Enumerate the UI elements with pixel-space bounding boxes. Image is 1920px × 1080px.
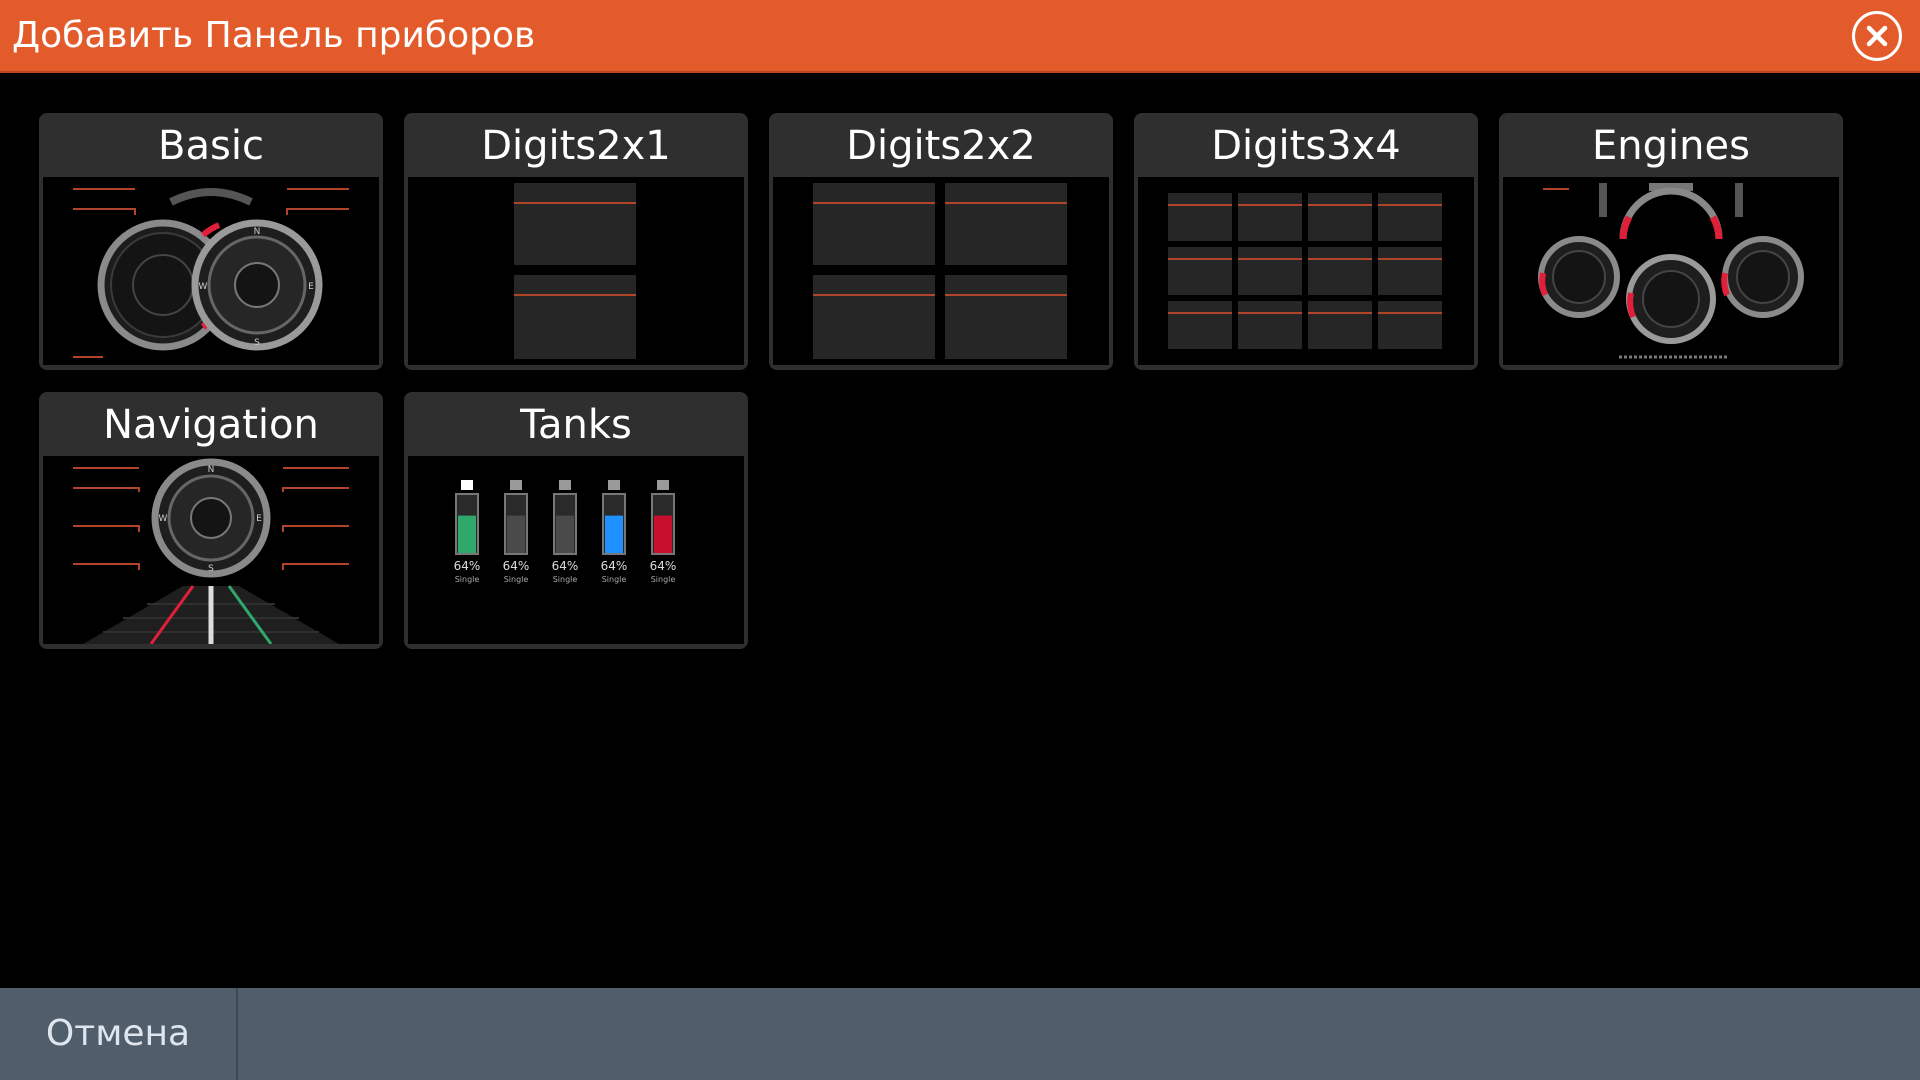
tank-label: Single (651, 575, 676, 584)
dialog-footer: Отмена (0, 988, 1920, 1080)
tank-gauge: 64% Single (552, 480, 579, 584)
dashboard-grid: Basic N S W E Digits2x1 Digits2x2 Digits3x… (39, 113, 1869, 653)
tile-label: Digits2x1 (481, 123, 671, 169)
engines-preview (1503, 177, 1839, 365)
tile-label: Tanks (520, 402, 632, 448)
navigation-preview: N S W E (43, 456, 379, 644)
close-icon (1866, 25, 1888, 47)
tanks-preview: 64% Single 64% Single 64% Single 64% Single 64% S… (408, 456, 744, 644)
tank-level-fill (507, 515, 525, 553)
tank-label: Single (553, 575, 578, 584)
dashboard-tile-navigation[interactable]: Navigation N S W E (39, 392, 383, 649)
cancel-button[interactable]: Отмена (0, 988, 238, 1080)
tank-gauge: 64% Single (650, 480, 677, 584)
dialog-title: Добавить Панель приборов (12, 15, 536, 56)
tile-label: Basic (158, 123, 264, 169)
tank-value: 64% (650, 559, 677, 573)
tile-label: Navigation (103, 402, 319, 448)
tank-level-fill (556, 515, 574, 553)
digits2x2-preview (773, 177, 1109, 365)
svg-text:S: S (208, 564, 214, 574)
tank-level-fill (605, 515, 623, 553)
tank-gauge: 64% Single (601, 480, 628, 584)
tank-level-fill (458, 515, 476, 553)
dashboard-tile-engines[interactable]: Engines (1499, 113, 1843, 370)
tank-icon (510, 480, 522, 490)
dashboard-tile-digits2x1[interactable]: Digits2x1 (404, 113, 748, 370)
tank-value: 64% (552, 559, 579, 573)
tank-icon (608, 480, 620, 490)
digits3x4-preview (1138, 177, 1474, 365)
tank-value: 64% (601, 559, 628, 573)
tank-icon (559, 480, 571, 490)
tank-label: Single (602, 575, 627, 584)
svg-text:E: E (308, 282, 314, 292)
dashboard-tile-tanks[interactable]: Tanks 64% Single 64% Single 64% Single 64% Sing… (404, 392, 748, 649)
tile-label: Digits3x4 (1211, 123, 1401, 169)
svg-text:N: N (208, 465, 215, 475)
dashboard-tile-digits2x2[interactable]: Digits2x2 (769, 113, 1113, 370)
svg-text:W: W (159, 514, 168, 524)
close-button[interactable] (1852, 11, 1902, 61)
svg-text:W: W (199, 282, 208, 292)
tank-gauge: 64% Single (503, 480, 530, 584)
dialog-titlebar: Добавить Панель приборов (0, 0, 1920, 73)
tank-value: 64% (454, 559, 481, 573)
tank-label: Single (504, 575, 529, 584)
svg-text:N: N (254, 227, 261, 237)
svg-text:S: S (254, 338, 260, 348)
dashboard-tile-basic[interactable]: Basic N S W E (39, 113, 383, 370)
tank-label: Single (455, 575, 480, 584)
tank-icon (657, 480, 669, 490)
tank-gauge: 64% Single (454, 480, 481, 584)
digits2x1-preview (408, 177, 744, 365)
fuel-icon (461, 480, 473, 490)
basic-preview: N S W E (43, 177, 379, 365)
svg-text:E: E (256, 514, 262, 524)
tank-level-fill (654, 515, 672, 553)
tank-value: 64% (503, 559, 530, 573)
dashboard-tile-digits3x4[interactable]: Digits3x4 (1134, 113, 1478, 370)
tile-label: Engines (1592, 123, 1750, 169)
tile-label: Digits2x2 (846, 123, 1036, 169)
